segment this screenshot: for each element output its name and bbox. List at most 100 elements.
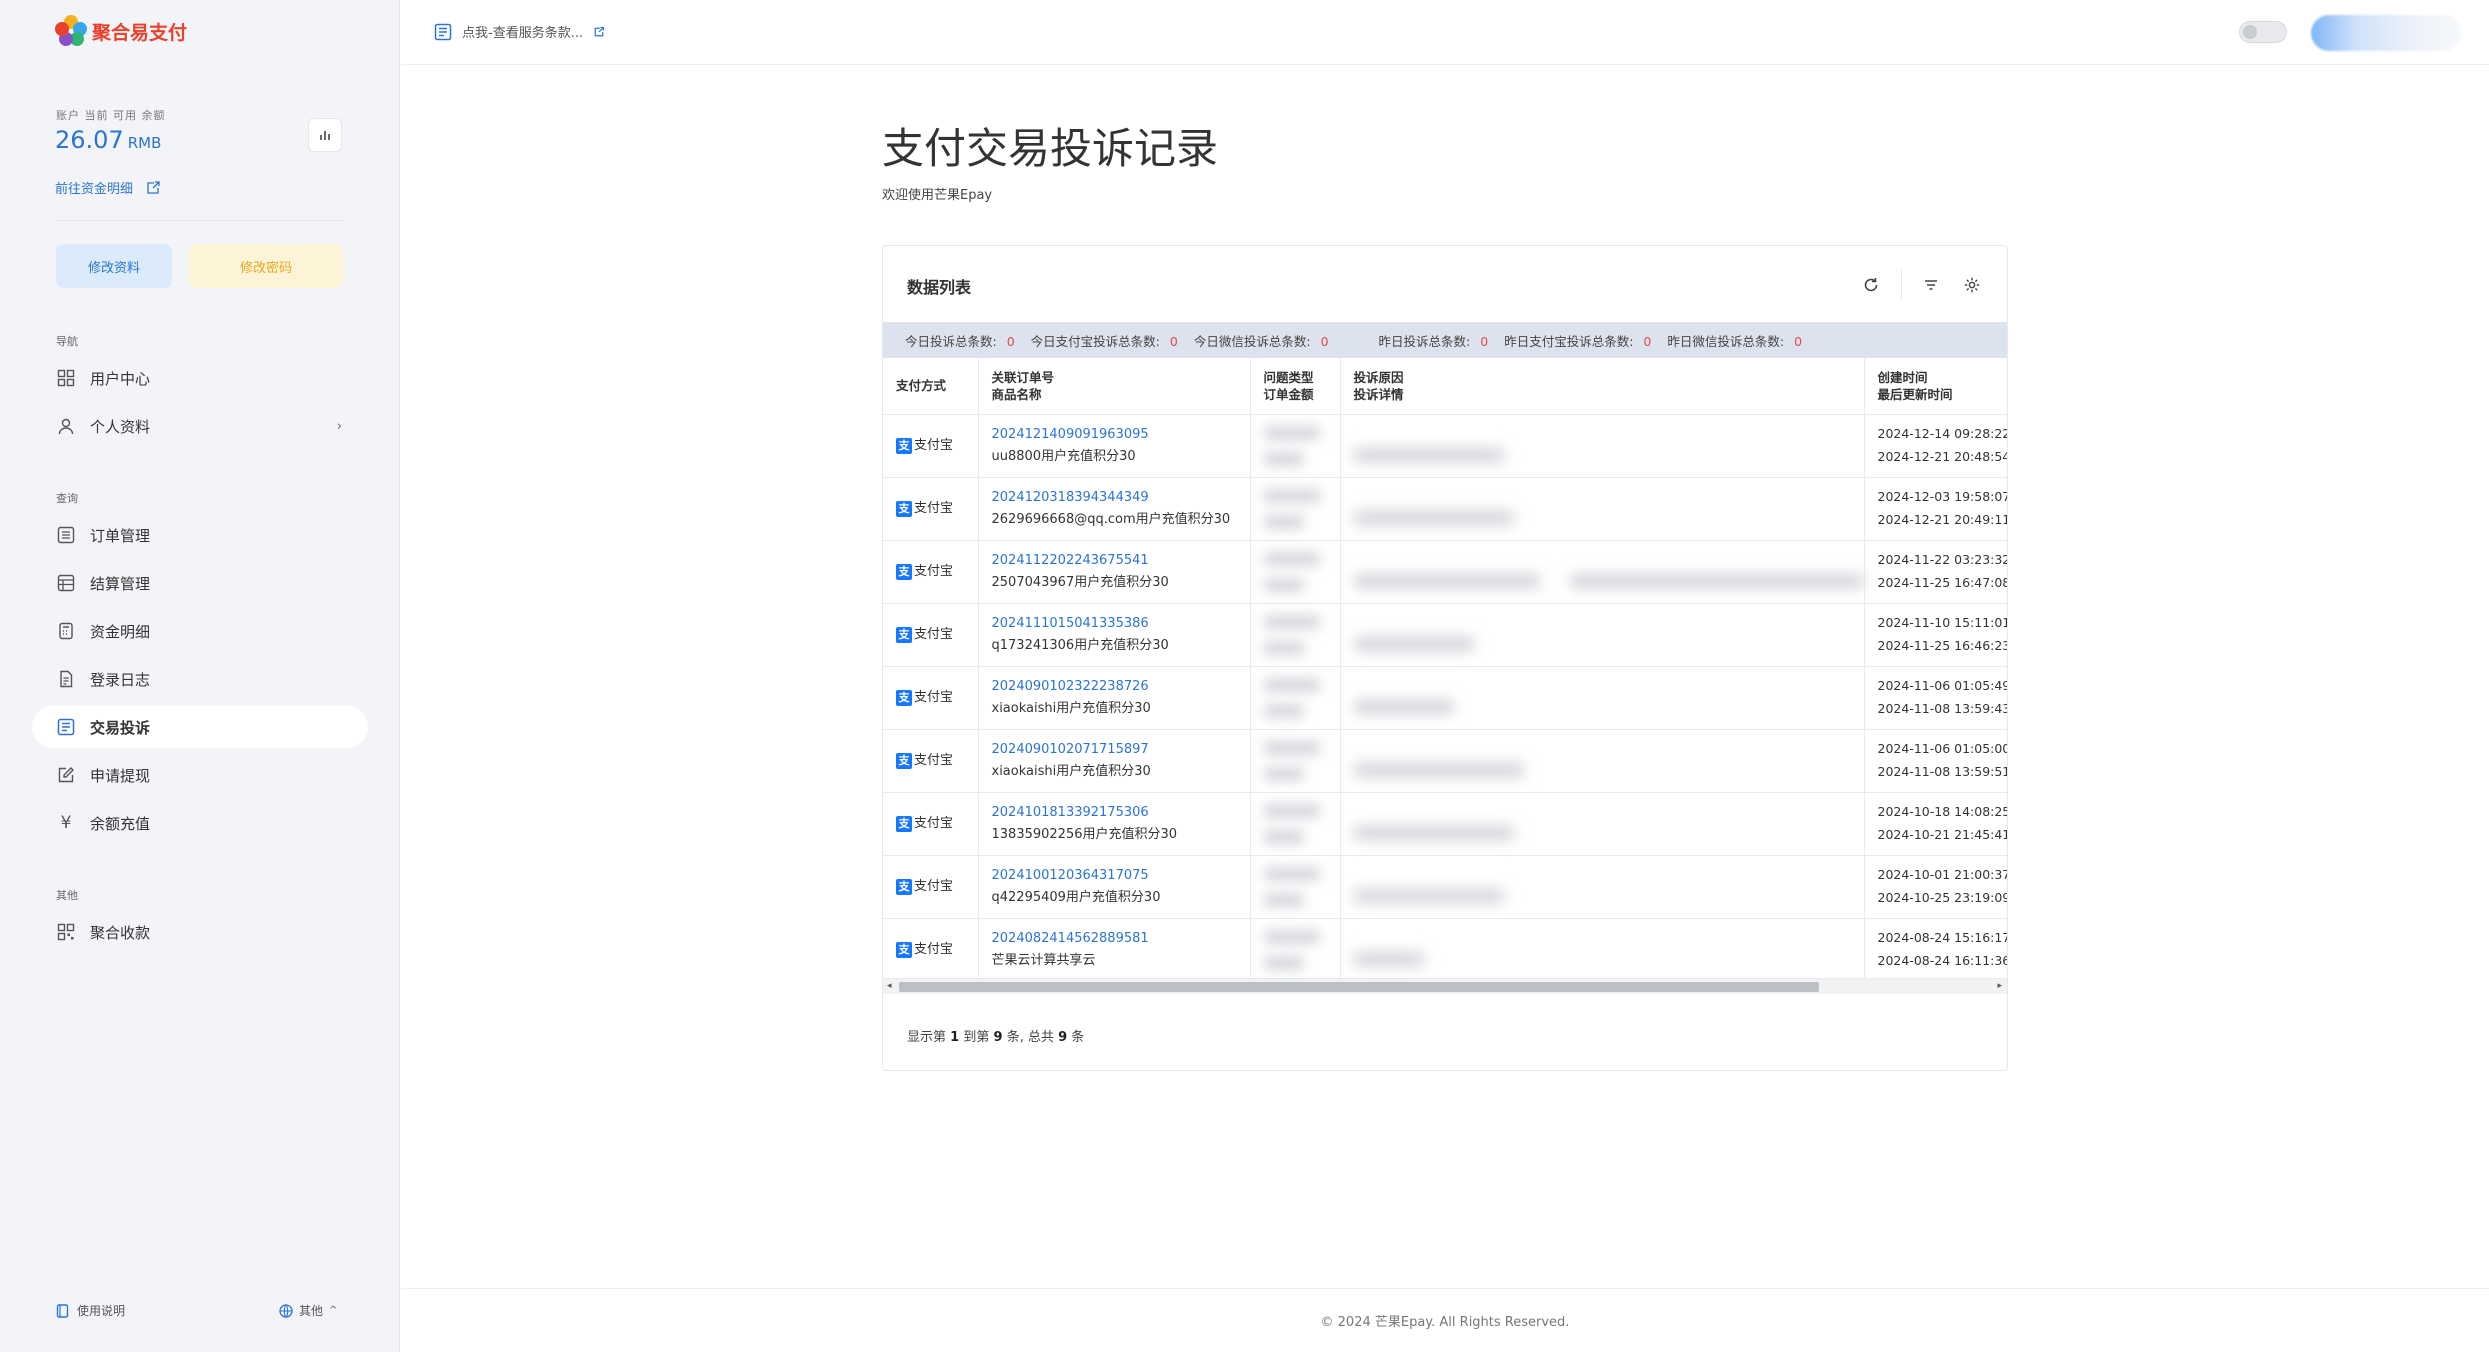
user-avatar-menu[interactable]	[2311, 15, 2461, 51]
created-time: 2024-10-01 21:00:37	[1877, 866, 2008, 882]
cell-reason-detail	[1340, 414, 1865, 478]
sidebar-item-label: 结算管理	[90, 574, 151, 593]
sidebar-item-label: 申请提现	[90, 766, 151, 785]
redacted-issue-type	[1263, 614, 1320, 629]
product-name: uu8800用户充值积分30	[991, 448, 1136, 464]
theme-toggle[interactable]	[2239, 21, 2287, 43]
redacted-amount	[1263, 892, 1304, 907]
cell-order-product: 2024082414562889581 芒果云计算共享云	[978, 918, 1251, 978]
help-link[interactable]: 使用说明	[56, 1302, 125, 1319]
logo[interactable]: 聚合易支付	[54, 14, 187, 48]
settings-button[interactable]	[1959, 272, 1985, 298]
other-menu[interactable]: 其他 ^	[279, 1302, 337, 1319]
order-link[interactable]: 2024111015041335386	[992, 613, 1250, 635]
scroll-right-icon[interactable]: ▸	[1997, 981, 2002, 991]
cell-pay-method: 支支付宝	[883, 603, 979, 667]
cell-created-updated: 2024-08-24 15:16:17 2024-08-24 16:11:36	[1864, 918, 2007, 978]
col-created-updated[interactable]: 创建时间 最后更新时间	[1864, 358, 2007, 415]
redacted-reason	[1353, 699, 1454, 714]
scrollbar-thumb[interactable]	[899, 982, 1819, 992]
cell-created-updated: 2024-12-14 09:28:22 2024-12-21 20:48:54	[1864, 414, 2008, 478]
stat-yesterday-alipay: 昨日支付宝投诉总条数: 0	[1504, 333, 1652, 349]
order-link[interactable]: 2024101813392175306	[992, 802, 1250, 824]
sidebar-item-label: 订单管理	[90, 526, 151, 545]
redacted-reason	[1353, 510, 1514, 525]
complaints-table-wrap[interactable]: 支付方式 关联订单号 商品名称 问题类型 订单金额 投诉原因 投诉详情 创建时间 最后更…	[883, 358, 2007, 978]
table-row[interactable]: 支支付宝 2024120318394344349 2629696668@qq.com…	[883, 477, 2008, 541]
refresh-icon	[1864, 278, 1878, 292]
edit-icon	[56, 765, 76, 785]
sidebar-item-settlement[interactable]: 结算管理	[32, 562, 368, 604]
redacted-issue-type	[1263, 425, 1320, 440]
order-link[interactable]: 2024090102071715897	[992, 739, 1250, 761]
table-row[interactable]: 支支付宝 2024121409091963095 uu8800用户充值积分30 202…	[883, 414, 2008, 478]
cell-created-updated: 2024-10-18 14:08:25 2024-10-21 21:45:41	[1864, 792, 2007, 856]
cell-created-updated: 2024-12-03 19:58:07 2024-12-21 20:49:11	[1864, 477, 2008, 541]
terms-notice-link[interactable]: 点我-查看服务条款...	[434, 22, 605, 41]
order-link[interactable]: 2024120318394344349	[992, 487, 1250, 509]
product-name: xiaokaishi用户充值积分30	[991, 763, 1151, 779]
edit-password-button[interactable]: 修改密码	[189, 244, 343, 288]
sidebar-item-login-log[interactable]: 登录日志	[32, 658, 368, 700]
updated-time: 2024-11-25 16:47:08	[1877, 574, 2008, 590]
sidebar: 聚合易支付 账户 当前 可用 余额 26.07 RMB 前往资金明细 修改资料 修…	[0, 0, 400, 1352]
created-time: 2024-11-06 01:05:49	[1877, 677, 2008, 693]
refresh-button[interactable]	[1858, 272, 1884, 298]
order-link[interactable]: 2024121409091963095	[992, 424, 1250, 446]
col-issue-amount[interactable]: 问题类型 订单金额	[1250, 358, 1341, 415]
order-link[interactable]: 2024082414562889581	[992, 928, 1250, 950]
chevron-up-icon: ^	[329, 1305, 338, 1316]
product-name: q42295409用户充值积分30	[991, 889, 1161, 905]
cell-reason-detail	[1340, 729, 1865, 793]
redacted-issue-type	[1263, 866, 1320, 881]
table-row[interactable]: 支支付宝 2024111015041335386 q173241306用户充值积分3…	[883, 603, 2007, 667]
sidebar-item-label: 用户中心	[90, 369, 151, 388]
product-name: q173241306用户充值积分30	[991, 637, 1169, 653]
alipay-icon: 支	[896, 626, 912, 643]
sidebar-item-complaints[interactable]: 交易投诉	[32, 706, 368, 748]
redacted-reason	[1353, 762, 1524, 777]
notice-icon	[434, 23, 452, 40]
order-link[interactable]: 2024090102322238726	[992, 676, 1250, 698]
order-link[interactable]: 2024112202243675541	[992, 550, 1250, 572]
sidebar-item-orders[interactable]: 订单管理	[32, 514, 368, 556]
redacted-amount	[1263, 640, 1304, 655]
sidebar-item-withdraw[interactable]: 申请提现	[32, 754, 368, 796]
redacted-issue-type	[1263, 929, 1320, 944]
cell-issue-amount	[1250, 477, 1341, 541]
table-row[interactable]: 支支付宝 2024100120364317075 q42295409用户充值积分30…	[883, 855, 2008, 919]
product-name: 13835902256用户充值积分30	[991, 826, 1178, 842]
redacted-reason	[1353, 888, 1504, 903]
col-reason-detail[interactable]: 投诉原因 投诉详情	[1340, 358, 1865, 415]
table-row[interactable]: 支支付宝 2024082414562889581 芒果云计算共享云 2024-08-2…	[883, 918, 2007, 978]
cell-pay-method: 支支付宝	[883, 540, 979, 604]
cell-pay-method: 支支付宝	[883, 855, 979, 919]
table-row[interactable]: 支支付宝 2024090102071715897 xiaokaishi用户充值积分3…	[883, 729, 2007, 793]
table-row[interactable]: 支支付宝 2024090102322238726 xiaokaishi用户充值积分3…	[883, 666, 2008, 730]
order-link[interactable]: 2024100120364317075	[992, 865, 1250, 887]
sidebar-item-profile[interactable]: 个人资料 ›	[32, 405, 368, 447]
created-time: 2024-12-14 09:28:22	[1877, 425, 2008, 441]
funds-detail-link[interactable]: 前往资金明细	[55, 178, 161, 197]
table-row[interactable]: 支支付宝 2024112202243675541 2507043967用户充值积分3…	[883, 540, 2008, 604]
redacted-issue-type	[1263, 803, 1320, 818]
sidebar-item-user-center[interactable]: 用户中心	[32, 357, 368, 399]
col-order-product[interactable]: 关联订单号 商品名称	[978, 358, 1251, 415]
stats-chart-button[interactable]	[308, 118, 342, 152]
alipay-icon: 支	[896, 815, 912, 832]
sidebar-item-aggregate[interactable]: 聚合收款	[32, 911, 368, 953]
cell-reason-detail	[1340, 918, 1865, 978]
sidebar-item-recharge[interactable]: ¥ 余额充值	[32, 802, 368, 844]
horizontal-scrollbar[interactable]: ◂ ▸	[883, 978, 2007, 994]
updated-time: 2024-12-21 20:49:11	[1877, 511, 2008, 527]
table-row[interactable]: 支支付宝 2024101813392175306 13835902256用户充值积分…	[883, 792, 2007, 856]
redacted-reason	[1353, 636, 1474, 651]
redacted-amount	[1263, 577, 1304, 592]
sidebar-item-funds[interactable]: 资金明细	[32, 610, 368, 652]
cell-pay-method: 支支付宝	[883, 729, 979, 793]
edit-profile-button[interactable]: 修改资料	[56, 244, 172, 288]
sidebar-item-label: 登录日志	[90, 670, 151, 689]
scroll-left-icon[interactable]: ◂	[887, 981, 892, 991]
col-pay-method[interactable]: 支付方式	[883, 358, 979, 415]
filter-button[interactable]	[1918, 272, 1944, 298]
